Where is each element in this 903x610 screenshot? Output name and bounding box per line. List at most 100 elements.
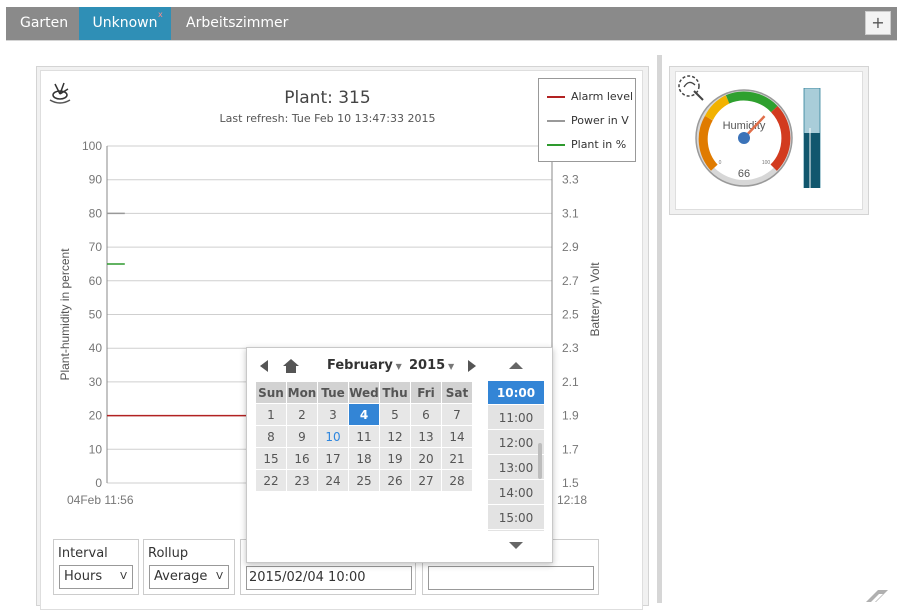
y-tick-label: 70 bbox=[89, 240, 103, 254]
y-tick-label: 40 bbox=[89, 341, 103, 355]
start-date-input[interactable]: 2015/02/04 10:00 bbox=[246, 566, 412, 590]
day-cell-today[interactable]: 10 bbox=[317, 425, 349, 448]
legend-swatch-power bbox=[547, 120, 565, 122]
y-tick-label: 100 bbox=[82, 139, 102, 153]
y-tick-label: 80 bbox=[89, 206, 103, 220]
add-tab-button[interactable]: + bbox=[865, 11, 891, 35]
legend-item: Plant in % bbox=[547, 138, 626, 152]
chevron-down-icon: V bbox=[120, 571, 127, 582]
y2-tick-label: 2.5 bbox=[562, 308, 579, 322]
time-scroll-up-icon[interactable] bbox=[509, 362, 523, 369]
caret-down-icon: ▼ bbox=[392, 362, 402, 371]
calendar-grid: Sun Mon Tue Wed Thu Fri Sat 1 2 3 4 5 6 … bbox=[255, 381, 473, 492]
day-cell[interactable]: 22 bbox=[255, 469, 287, 492]
gauge-min-label: 0 bbox=[719, 160, 722, 166]
divider bbox=[6, 40, 897, 41]
day-cell[interactable]: 3 bbox=[317, 403, 349, 426]
y2-tick-label: 2.1 bbox=[562, 375, 579, 389]
time-scrollbar[interactable] bbox=[538, 443, 542, 479]
legend-swatch-plant bbox=[547, 144, 565, 146]
gauge-hub bbox=[738, 132, 750, 144]
day-cell[interactable]: 8 bbox=[255, 425, 287, 448]
gauge-value: 66 bbox=[738, 168, 750, 180]
time-scroll-down-icon[interactable] bbox=[509, 542, 523, 549]
day-cell[interactable]: 20 bbox=[410, 447, 442, 470]
day-cell[interactable]: 11 bbox=[348, 425, 380, 448]
humidity-gauge: Humidity 0 100 66 bbox=[695, 89, 793, 187]
month-select[interactable]: February ▼ bbox=[327, 356, 402, 376]
weekday-header: Fri bbox=[410, 381, 442, 404]
time-item[interactable]: 14:00 bbox=[488, 481, 544, 505]
time-item[interactable]: 15:00 bbox=[488, 506, 544, 530]
y2-tick-label: 2.7 bbox=[562, 274, 579, 288]
day-cell[interactable]: 24 bbox=[317, 469, 349, 492]
year-select[interactable]: 2015 ▼ bbox=[409, 356, 454, 376]
time-item[interactable]: 12:00 bbox=[488, 431, 544, 455]
time-item[interactable]: 13:00 bbox=[488, 456, 544, 480]
day-cell[interactable]: 9 bbox=[286, 425, 318, 448]
day-cell[interactable]: 16 bbox=[286, 447, 318, 470]
day-cell[interactable]: 12 bbox=[379, 425, 411, 448]
datepicker-popup: February ▼ 2015 ▼ Sun Mon Tue Wed Thu Fr… bbox=[246, 347, 553, 563]
day-cell[interactable]: 5 bbox=[379, 403, 411, 426]
legend-item: Alarm level bbox=[547, 90, 633, 104]
humidity-level-bar bbox=[803, 88, 821, 188]
caret-down-icon: ▼ bbox=[445, 362, 455, 371]
day-cell[interactable]: 27 bbox=[410, 469, 442, 492]
weekday-header: Sun bbox=[255, 381, 287, 404]
end-date-input[interactable] bbox=[428, 566, 594, 590]
time-item[interactable]: 11:00 bbox=[488, 406, 544, 430]
weekday-header: Sat bbox=[441, 381, 473, 404]
resize-handle-icon[interactable] bbox=[864, 586, 890, 603]
y-tick-label: 90 bbox=[89, 173, 103, 187]
time-item-selected[interactable]: 10:00 bbox=[488, 381, 544, 405]
day-cell[interactable]: 19 bbox=[379, 447, 411, 470]
interval-value: Hours bbox=[64, 569, 103, 584]
day-cell[interactable]: 25 bbox=[348, 469, 380, 492]
day-cell[interactable]: 28 bbox=[441, 469, 473, 492]
interval-label: Interval bbox=[58, 546, 108, 561]
day-cell[interactable]: 1 bbox=[255, 403, 287, 426]
weekday-header: Thu bbox=[379, 381, 411, 404]
day-cell[interactable]: 7 bbox=[441, 403, 473, 426]
day-cell[interactable]: 26 bbox=[379, 469, 411, 492]
interval-select[interactable]: Hours V bbox=[59, 565, 133, 589]
day-cell[interactable]: 2 bbox=[286, 403, 318, 426]
rollup-control: Rollup Average V bbox=[143, 539, 235, 595]
y-tick-label: 0 bbox=[95, 476, 102, 490]
day-cell[interactable]: 13 bbox=[410, 425, 442, 448]
day-cell[interactable]: 17 bbox=[317, 447, 349, 470]
tab-bar: Garten Unknown x Arbeitszimmer + bbox=[6, 7, 897, 40]
y-tick-label: 60 bbox=[89, 274, 103, 288]
home-icon[interactable] bbox=[283, 359, 299, 373]
day-cell[interactable]: 18 bbox=[348, 447, 380, 470]
y2-tick-label: 1.5 bbox=[562, 476, 579, 490]
weekday-header: Mon bbox=[286, 381, 318, 404]
day-cell[interactable]: 21 bbox=[441, 447, 473, 470]
rollup-select[interactable]: Average V bbox=[149, 565, 229, 589]
next-month-icon[interactable] bbox=[467, 360, 477, 372]
y2-tick-label: 3.1 bbox=[562, 206, 579, 220]
time-list[interactable]: 10:00 11:00 12:00 13:00 14:00 15:00 bbox=[488, 381, 544, 531]
day-cell-selected[interactable]: 4 bbox=[348, 403, 380, 426]
chart-legend: Alarm level Power in V Plant in % bbox=[538, 78, 636, 162]
interval-control: Interval Hours V bbox=[53, 539, 139, 595]
x-tick-label: 04Feb 11:56 bbox=[67, 493, 134, 507]
panel-splitter[interactable] bbox=[657, 55, 662, 603]
weekday-header: Wed bbox=[348, 381, 380, 404]
tab-garten[interactable]: Garten bbox=[20, 7, 68, 40]
y-tick-label: 10 bbox=[89, 442, 103, 456]
tab-arbeitszimmer[interactable]: Arbeitszimmer bbox=[186, 7, 288, 40]
day-cell[interactable]: 6 bbox=[410, 403, 442, 426]
chevron-down-icon: V bbox=[216, 571, 223, 582]
legend-label: Power in V bbox=[571, 114, 629, 127]
weekday-header: Tue bbox=[317, 381, 349, 404]
day-cell[interactable]: 23 bbox=[286, 469, 318, 492]
x-tick-label: 12:18 bbox=[557, 493, 587, 507]
chart-subtitle: Last refresh: Tue Feb 10 13:47:33 2015 bbox=[219, 112, 436, 125]
year-label: 2015 bbox=[409, 358, 446, 373]
day-cell[interactable]: 14 bbox=[441, 425, 473, 448]
day-cell[interactable]: 15 bbox=[255, 447, 287, 470]
tab-close-icon[interactable]: x bbox=[158, 10, 163, 19]
prev-month-icon[interactable] bbox=[259, 360, 269, 372]
